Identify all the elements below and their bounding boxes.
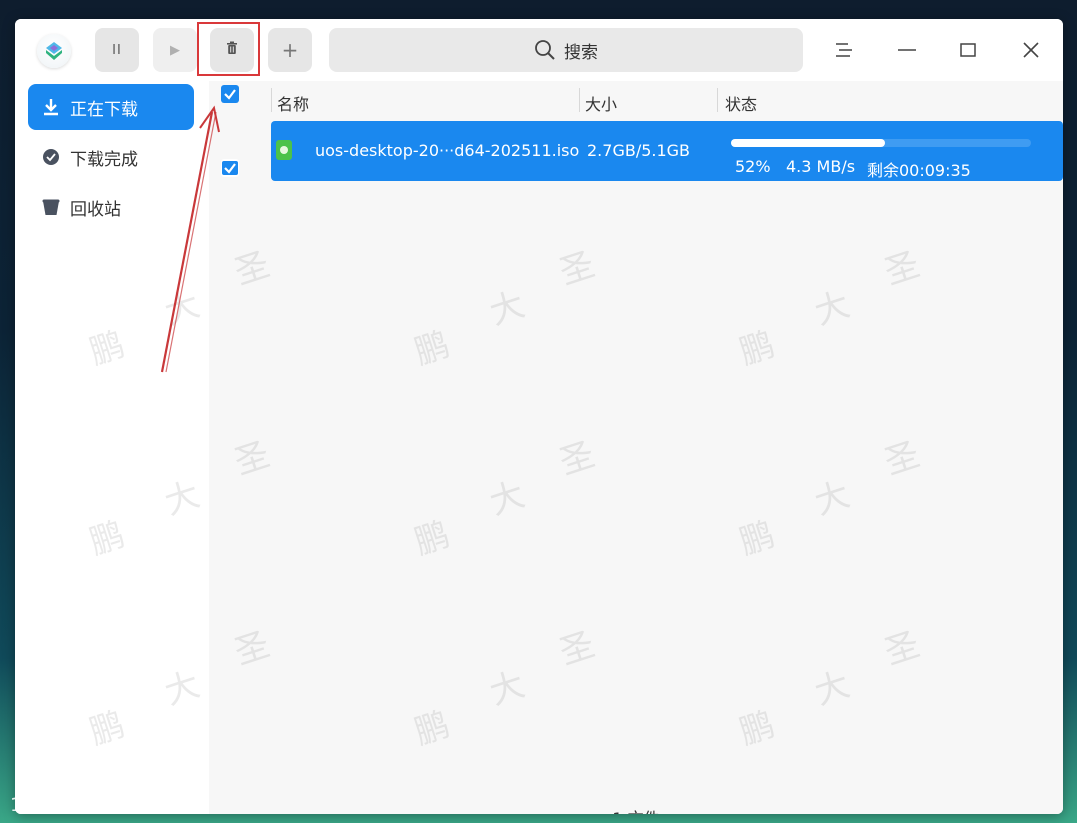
brand-watermark: 1ºº 大数跨境 [10,794,123,816]
annotation-arrow [160,105,220,373]
